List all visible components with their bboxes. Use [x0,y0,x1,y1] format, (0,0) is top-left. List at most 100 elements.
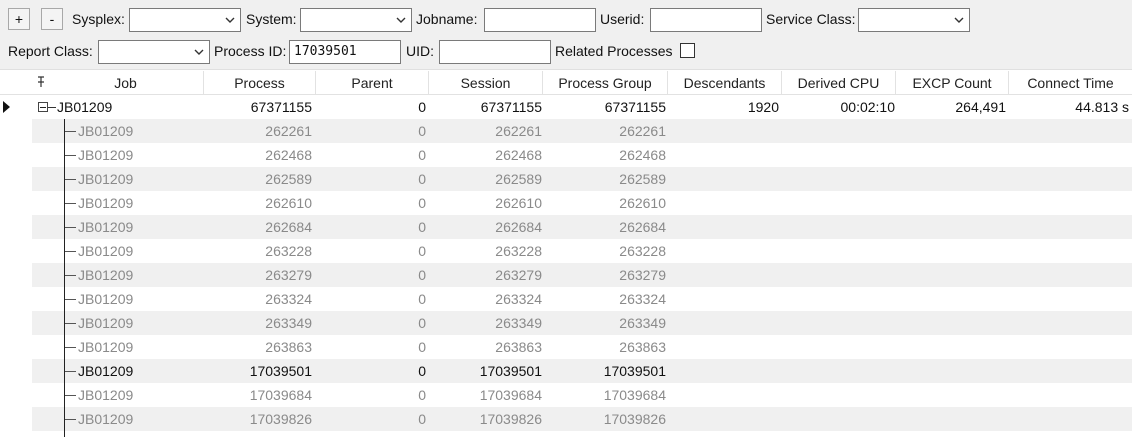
cell-process-group: 262261 [619,123,666,139]
sysplex-select[interactable] [129,8,241,32]
cell-process-group: 262684 [619,219,666,235]
remove-button[interactable]: - [41,8,63,30]
cell-session: 263324 [495,291,542,307]
tree-connector [64,371,76,372]
cell-descendants: 1920 [747,99,779,115]
table-row[interactable]: JB01209 262261 0 262261 262261 [0,119,1132,143]
cell-session: 262261 [495,123,542,139]
tree-connector [64,275,76,276]
cell-job: JB01209 [78,291,134,307]
cell-session: 262589 [495,171,542,187]
cell-job: JB01209 [78,315,134,331]
column-descendants[interactable]: Descendants [668,71,782,95]
chevron-down-icon [396,17,406,23]
cell-session: 263863 [495,339,542,355]
table-row[interactable]: JB01209 17039826 0 17039826 17039826 [0,407,1132,431]
tree-connector [64,203,76,204]
cell-parent: 0 [418,219,426,235]
uid-input[interactable] [439,40,551,64]
cell-process-group: 262610 [619,195,666,211]
cell-parent: 0 [418,267,426,283]
tree-connector [64,155,76,156]
chevron-down-icon [225,17,235,23]
cell-process-group: 263349 [619,315,666,331]
column-parent[interactable]: Parent [316,71,429,95]
cell-process: 262261 [265,123,312,139]
child-rows: JB01209 262261 0 262261 262261 JB01209 262468 0… [0,119,1132,431]
table-row[interactable]: JB01209 263863 0 263863 263863 [0,335,1132,359]
cell-process-group: 67371155 [604,99,666,115]
cell-process: 67371155 [250,99,312,115]
column-job[interactable]: Job [48,71,204,95]
cell-job: JB01209 [78,147,134,163]
table-row[interactable]: JB01209 262684 0 262684 262684 [0,215,1132,239]
table-row-root[interactable]: JB01209 67371155 0 67371155 67371155 192… [0,95,1132,119]
column-process[interactable]: Process [204,71,316,95]
column-excp-count[interactable]: EXCP Count [896,71,1009,95]
add-button[interactable]: + [8,8,30,30]
cell-parent: 0 [418,243,426,259]
cell-job: JB01209 [78,243,134,259]
cell-job: JB01209 [78,339,134,355]
report-class-label: Report Class: [8,43,93,59]
related-processes-checkbox[interactable] [680,43,695,58]
service-class-label: Service Class: [766,11,856,27]
cell-parent: 0 [418,123,426,139]
chevron-down-icon [194,49,204,55]
cell-job: JB01209 [78,171,134,187]
cell-session: 67371155 [480,99,542,115]
cell-process: 263228 [265,243,312,259]
cell-process: 17039684 [249,387,312,403]
process-tree-grid: JB01209 67371155 0 67371155 67371155 192… [0,95,1132,431]
table-row[interactable]: JB01209 263349 0 263349 263349 [0,311,1132,335]
jobname-label: Jobname: [416,11,478,27]
process-id-label: Process ID: [214,43,287,59]
cell-job: JB01209 [78,387,134,403]
tree-connector [64,347,76,348]
tree-connector [64,251,76,252]
table-row[interactable]: JB01209 17039501 0 17039501 17039501 [0,359,1132,383]
pin-icon[interactable] [36,76,46,88]
grid-header: Job Process Parent Session Process Group… [0,71,1132,95]
cell-parent: 0 [418,363,426,379]
cell-process-group: 262589 [619,171,666,187]
process-id-input[interactable]: 17039501 [289,40,401,64]
cell-session: 17039501 [479,363,542,379]
table-row[interactable]: JB01209 262468 0 262468 262468 [0,143,1132,167]
table-row[interactable]: JB01209 262589 0 262589 262589 [0,167,1132,191]
table-row[interactable]: JB01209 17039684 0 17039684 17039684 [0,383,1132,407]
tree-connector [64,395,76,396]
collapse-icon[interactable] [38,102,48,112]
cell-job: JB01209 [78,123,134,139]
table-row[interactable]: JB01209 262610 0 262610 262610 [0,191,1132,215]
cell-process: 263324 [265,291,312,307]
chevron-down-icon [954,17,964,23]
cell-parent: 0 [418,171,426,187]
column-process-group[interactable]: Process Group [543,71,668,95]
cell-process-group: 263324 [619,291,666,307]
tree-connector [48,107,56,108]
userid-input[interactable] [650,8,762,32]
cell-parent: 0 [418,291,426,307]
column-session[interactable]: Session [429,71,543,95]
cell-process-group: 263228 [619,243,666,259]
cell-session: 262610 [495,195,542,211]
cell-session: 17039684 [479,387,542,403]
system-select[interactable] [300,8,412,32]
cell-process-group: 17039501 [603,363,666,379]
cell-parent: 0 [418,315,426,331]
cell-process-group: 262468 [619,147,666,163]
jobname-input[interactable] [484,8,596,32]
tree-connector [64,179,76,180]
table-row[interactable]: JB01209 263324 0 263324 263324 [0,287,1132,311]
service-class-select[interactable] [858,8,970,32]
report-class-select[interactable] [98,40,210,64]
cell-session: 262468 [495,147,542,163]
cell-process: 262468 [265,147,312,163]
cell-derived-cpu: 00:02:10 [840,99,896,115]
column-derived-cpu[interactable]: Derived CPU [782,71,896,95]
table-row[interactable]: JB01209 263228 0 263228 263228 [0,239,1132,263]
column-connect-time[interactable]: Connect Time [1009,71,1132,95]
table-row[interactable]: JB01209 263279 0 263279 263279 [0,263,1132,287]
tree-connector [64,131,76,132]
